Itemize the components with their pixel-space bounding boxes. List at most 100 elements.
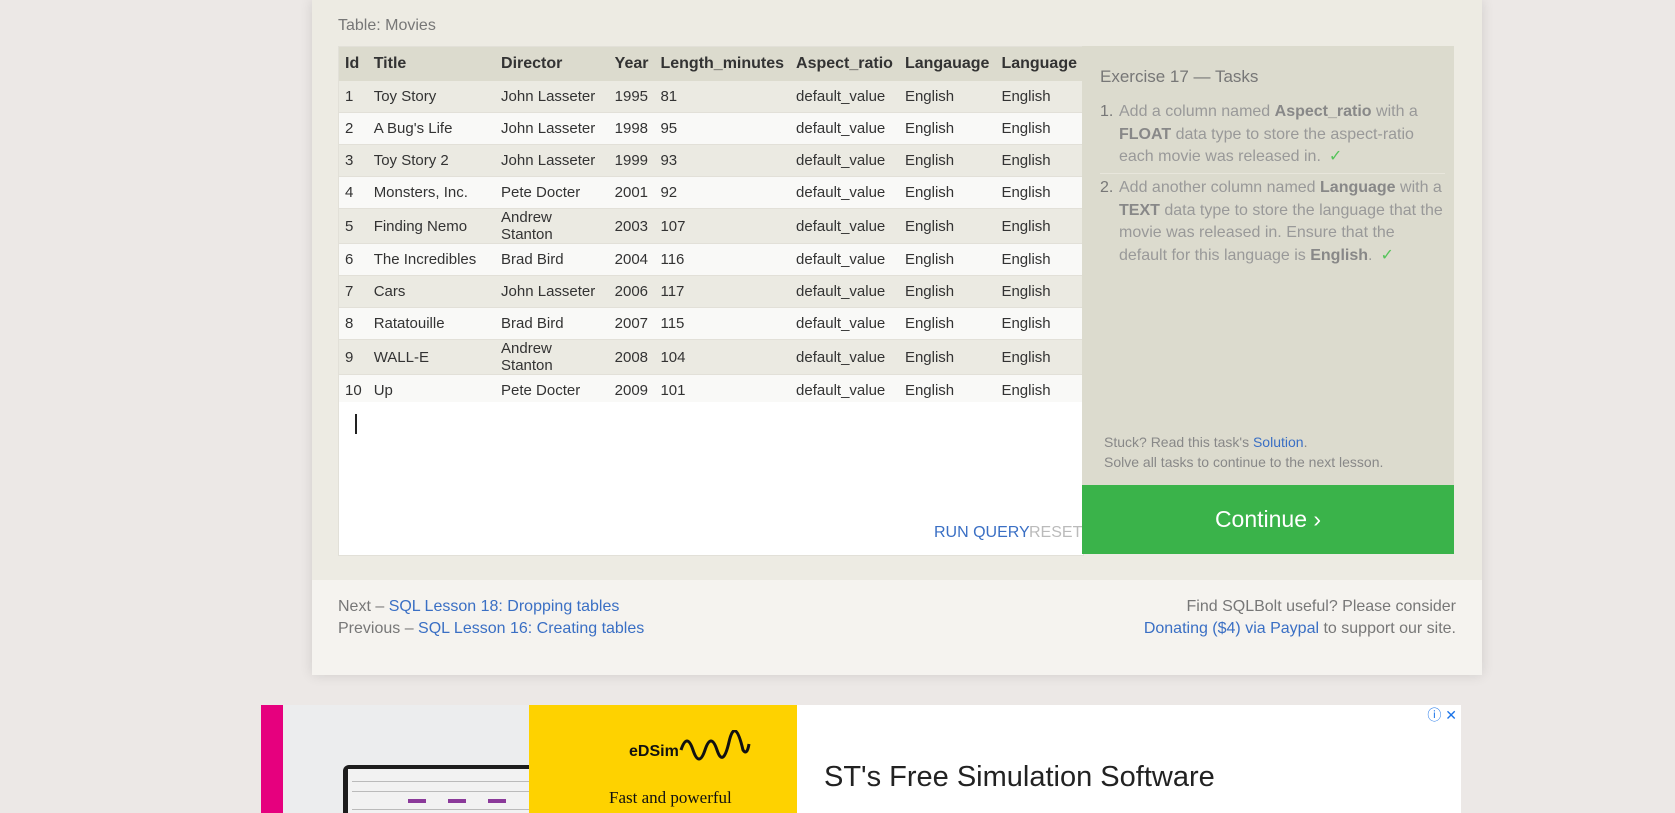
- task-text: Add a column named Aspect_ratio with a F…: [1119, 103, 1418, 165]
- stuck-hint: Stuck? Read this task's Solution. Solve …: [1104, 434, 1384, 470]
- table-cell: John Lasseter: [495, 144, 609, 177]
- table-row: 4 Monsters, Inc. Pete Docter 2001 92 default_…: [339, 176, 1083, 209]
- table-row: 1 Toy Story John Lasseter 1995 81 default_val…: [339, 81, 1083, 113]
- ad-photo: [283, 705, 539, 813]
- task-number: 1.: [1100, 103, 1114, 120]
- table-cell: Pete Docter: [495, 176, 609, 209]
- table-cell: Monsters, Inc.: [367, 176, 496, 209]
- lesson-page: Table: Movies Id Title Director Year Len…: [312, 0, 1482, 675]
- table-cell: 81: [654, 81, 791, 113]
- table-cell: English: [995, 144, 1083, 177]
- run-query-button[interactable]: RUN QUERY: [934, 524, 1030, 542]
- table-cell: English: [898, 81, 996, 113]
- table-row: 8 Ratatouille Brad Bird 2007 115 default_valu…: [339, 307, 1083, 340]
- advertisement-banner[interactable]: eDSim Fast and powerful ST's Free Simula…: [261, 705, 1461, 813]
- solve-all-note: Solve all tasks to continue to the next …: [1104, 454, 1384, 470]
- table-caption: Table: Movies: [338, 17, 436, 34]
- table-cell: 1998: [608, 112, 655, 145]
- table-cell: 104: [654, 339, 791, 375]
- table-cell: WALL-E: [367, 339, 496, 375]
- column-header: Language: [995, 47, 1083, 81]
- table-cell: 4: [339, 176, 368, 209]
- table-cell: English: [995, 81, 1083, 113]
- table-cell: default_value: [790, 112, 899, 145]
- table-cell: 6: [339, 243, 368, 276]
- table-cell: 2: [339, 112, 368, 145]
- laptop-image: [343, 765, 539, 813]
- table-row: 3 Toy Story 2 John Lasseter 1999 93 default_v…: [339, 144, 1083, 177]
- table-cell: A Bug's Life: [367, 112, 496, 145]
- table-cell: English: [995, 112, 1083, 145]
- ad-tagline: Fast and powerful: [609, 788, 732, 807]
- table-cell: 5: [339, 208, 368, 244]
- table-cell: 2006: [608, 275, 655, 308]
- table-cell: English: [995, 243, 1083, 276]
- table-cell: English: [995, 208, 1083, 244]
- table-cell: English: [898, 275, 996, 308]
- table-cell: default_value: [790, 339, 899, 375]
- table-row: 7 Cars John Lasseter 2006 117 default_value En…: [339, 275, 1083, 308]
- table-cell: 117: [654, 275, 791, 308]
- solution-link[interactable]: Solution: [1253, 434, 1304, 450]
- table-cell: default_value: [790, 275, 899, 308]
- column-header: Aspect_ratio: [790, 47, 899, 81]
- table-cell: Brad Bird: [495, 243, 609, 276]
- table-cell: default_value: [790, 307, 899, 340]
- table-cell: 2003: [608, 208, 655, 244]
- table-cell: 1: [339, 81, 368, 113]
- table-cell: 93: [654, 144, 791, 177]
- table-cell: English: [898, 176, 996, 209]
- ad-close-icon[interactable]: ✕: [1445, 707, 1457, 723]
- reset-button[interactable]: RESET: [1029, 524, 1082, 542]
- exercise-area: Table: Movies Id Title Director Year Len…: [312, 0, 1482, 580]
- table-cell: English: [898, 112, 996, 145]
- column-header: Title: [367, 47, 496, 81]
- table-cell: default_value: [790, 144, 899, 177]
- lesson-nav: Next – SQL Lesson 18: Dropping tables Pr…: [338, 598, 645, 637]
- table-cell: 7: [339, 275, 368, 308]
- task-item: 1. Add a column named Aspect_ratio with …: [1100, 101, 1445, 174]
- table-cell: 2001: [608, 176, 655, 209]
- table-cell: Brad Bird: [495, 307, 609, 340]
- column-header: Director: [495, 47, 609, 81]
- table-cell: English: [995, 307, 1083, 340]
- table-cell: Andrew Stanton: [495, 339, 609, 375]
- next-lesson-link[interactable]: SQL Lesson 18: Dropping tables: [389, 598, 620, 615]
- table-cell: John Lasseter: [495, 275, 609, 308]
- table-cell: 107: [654, 208, 791, 244]
- ad-brand: eDSim: [629, 743, 679, 760]
- query-editor[interactable]: RUN QUERY RESET: [339, 402, 1083, 554]
- ad-headline: ST's Free Simulation Software: [824, 761, 1215, 793]
- table-cell: 1999: [608, 144, 655, 177]
- table-cell: Toy Story: [367, 81, 496, 113]
- table-row: 9 WALL-E Andrew Stanton 2008 104 default_valu…: [339, 339, 1083, 375]
- task-text: Add another column named Language with a…: [1119, 179, 1443, 264]
- column-header: Year: [608, 47, 655, 81]
- column-header: Id: [339, 47, 368, 81]
- table-cell: 116: [654, 243, 791, 276]
- table-cell: English: [898, 243, 996, 276]
- table-cell: 2007: [608, 307, 655, 340]
- table-row: 6 The Incredibles Brad Bird 2004 116 default_…: [339, 243, 1083, 276]
- movies-table: Id Title Director Year Length_minutes As…: [339, 47, 1083, 407]
- table-cell: Finding Nemo: [367, 208, 496, 244]
- continue-button[interactable]: Continue ›: [1082, 485, 1454, 554]
- table-cell: default_value: [790, 81, 899, 113]
- table-cell: English: [898, 208, 996, 244]
- table-cell: John Lasseter: [495, 112, 609, 145]
- table-cell: default_value: [790, 243, 899, 276]
- table-row: 5 Finding Nemo Andrew Stanton 2003 107 defaul…: [339, 208, 1083, 244]
- table-cell: Cars: [367, 275, 496, 308]
- check-icon: ✓: [1380, 246, 1394, 264]
- table-cell: default_value: [790, 208, 899, 244]
- table-cell: English: [898, 307, 996, 340]
- table-cell: English: [898, 339, 996, 375]
- table-cell: John Lasseter: [495, 81, 609, 113]
- donate-link[interactable]: Donating ($4) via Paypal: [1144, 620, 1319, 637]
- table-row: 2A Bug's Life John Lasseter 1998 95 default_…: [339, 112, 1083, 145]
- ad-pink-strip: [261, 705, 283, 813]
- table-cell: 8: [339, 307, 368, 340]
- table-cell: English: [995, 275, 1083, 308]
- ad-info-icon[interactable]: ⓘ: [1427, 707, 1441, 723]
- previous-lesson-link[interactable]: SQL Lesson 16: Creating tables: [418, 620, 644, 637]
